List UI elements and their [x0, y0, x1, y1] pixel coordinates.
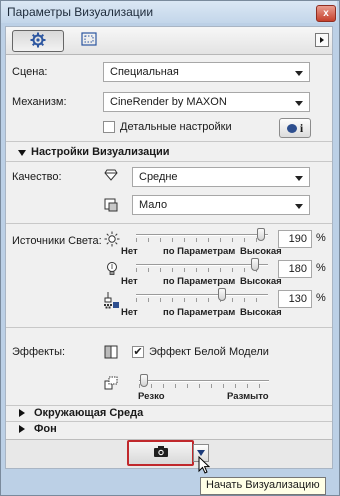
scale-high: Высокая — [240, 307, 282, 318]
mouse-cursor-icon — [198, 455, 211, 477]
environment-section[interactable]: Окружающая Среда — [34, 407, 143, 419]
divider — [6, 405, 332, 406]
engine-label: Механизм: — [12, 96, 67, 108]
scene-label: Сцена: — [12, 66, 48, 78]
quality2-value: Мало — [139, 199, 168, 211]
chevron-down-icon — [295, 71, 303, 76]
expand-right-icon[interactable] — [19, 409, 25, 417]
detail-settings-checkbox[interactable] — [103, 121, 115, 133]
light-slider-track[interactable] — [136, 234, 268, 236]
options-menu-button[interactable] — [315, 33, 329, 47]
chevron-down-icon — [295, 101, 303, 106]
checkmark-icon: ✔ — [133, 346, 143, 358]
percent-label: % — [316, 292, 326, 304]
blur-slider-ticks — [139, 384, 269, 388]
frame-size-icon — [81, 31, 97, 49]
scene-value: Специальная — [110, 66, 179, 78]
divider — [6, 327, 332, 328]
camera-icon — [153, 445, 169, 461]
blur-icon — [104, 376, 120, 393]
info-label: i — [299, 120, 304, 135]
close-button[interactable]: x — [316, 5, 336, 22]
gear-icon — [30, 32, 46, 51]
blur-slider-thumb[interactable] — [140, 374, 148, 387]
tooltip: Начать Визуализацию — [200, 477, 326, 495]
bulb-icon — [105, 261, 119, 280]
expand-right-icon[interactable] — [19, 425, 25, 433]
scale-high: Высокая — [240, 276, 282, 287]
scale-none: Нет — [121, 246, 138, 257]
white-model-checkbox[interactable]: ✔ — [132, 346, 144, 358]
lights-label: Источники Света: — [12, 235, 102, 247]
diamond-icon — [104, 169, 118, 184]
light-slider-ticks — [136, 238, 268, 242]
menu-arrow-icon — [320, 37, 324, 43]
tab-size[interactable] — [76, 30, 102, 50]
sun-icon — [104, 231, 120, 250]
start-render-button[interactable] — [127, 440, 194, 466]
engine-value: CineRender by MAXON — [110, 96, 227, 108]
blur-scale-blurred: Размыто — [227, 391, 269, 402]
divider — [6, 223, 332, 224]
quality2-select[interactable]: Мало — [132, 195, 310, 215]
lamp-icon — [102, 291, 120, 312]
background-section[interactable]: Фон — [34, 423, 57, 435]
light-slider-thumb[interactable] — [217, 288, 226, 301]
white-model-label: Эффект Белой Модели — [149, 346, 269, 358]
title-bar[interactable]: Параметры Визуализации x — [1, 1, 337, 23]
light-slider-ticks — [136, 298, 268, 302]
scale-by-params: по Параметрам — [163, 276, 236, 287]
scene-select[interactable]: Специальная — [103, 62, 310, 82]
blur-slider-track[interactable] — [139, 380, 269, 382]
engine-select[interactable]: CineRender by MAXON — [103, 92, 310, 112]
teapot-icon — [286, 123, 297, 133]
scale-by-params: по Параметрам — [163, 246, 236, 257]
chevron-down-icon — [295, 204, 303, 209]
chevron-down-icon — [295, 176, 303, 181]
divider — [6, 141, 332, 142]
quality-value: Средне — [139, 171, 178, 183]
white-model-icon — [104, 345, 118, 362]
render-settings-header[interactable]: Настройки Визуализации — [31, 146, 170, 158]
percent-label: % — [316, 262, 326, 274]
scale-by-params: по Параметрам — [163, 307, 236, 318]
light-slider-ticks — [136, 268, 268, 272]
light-slider-thumb[interactable] — [257, 228, 266, 241]
tab-settings[interactable] — [12, 30, 64, 52]
light-value-input[interactable]: 180 — [278, 260, 312, 278]
expand-down-icon[interactable] — [18, 150, 26, 156]
percent-label: % — [316, 232, 326, 244]
light-slider-track[interactable] — [136, 294, 268, 296]
detail-settings-label: Детальные настройки — [120, 121, 232, 133]
window-title: Параметры Визуализации — [7, 5, 154, 19]
quality-label: Качество: — [12, 171, 62, 183]
quality-select[interactable]: Средне — [132, 167, 310, 187]
blur-scale-sharp: Резко — [138, 391, 165, 402]
light-slider-thumb[interactable] — [250, 258, 259, 271]
settings-panel: Сцена: Специальная Механизм: CineRender … — [5, 26, 333, 469]
effects-label: Эффекты: — [12, 346, 66, 358]
panel-header — [6, 27, 332, 55]
scale-high: Высокая — [240, 246, 282, 257]
divider — [6, 161, 332, 162]
image-quality-icon — [104, 198, 118, 215]
scale-none: Нет — [121, 276, 138, 287]
info-button[interactable]: i — [279, 118, 311, 138]
light-value-input[interactable]: 130 — [278, 290, 312, 308]
light-slider-track[interactable] — [136, 264, 268, 266]
light-value-input[interactable]: 190 — [278, 230, 312, 248]
divider — [6, 421, 332, 422]
scale-none: Нет — [121, 307, 138, 318]
